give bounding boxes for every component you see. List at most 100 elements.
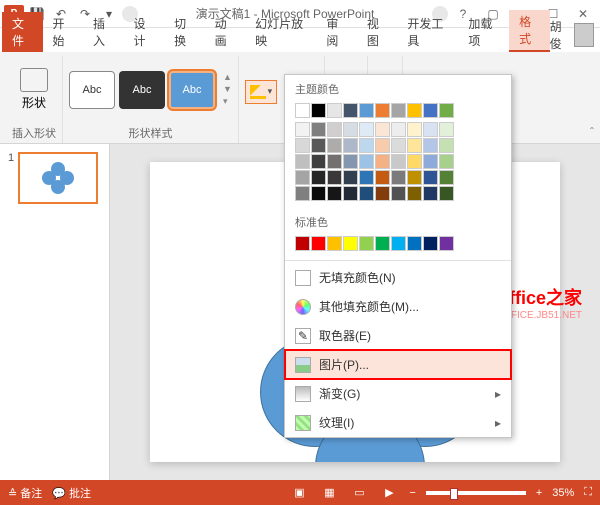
- menu-eyedropper[interactable]: ✎ 取色器(E): [285, 321, 511, 350]
- color-swatch[interactable]: [343, 154, 358, 169]
- color-swatch[interactable]: [327, 103, 342, 118]
- color-swatch[interactable]: [375, 122, 390, 137]
- shape-fill-button[interactable]: ▾: [245, 80, 277, 104]
- menu-picture-fill[interactable]: 图片(P)...: [285, 350, 511, 379]
- zoom-out-icon[interactable]: −: [409, 487, 415, 499]
- menu-more-colors[interactable]: 其他填充颜色(M)...: [285, 292, 511, 321]
- tab-slideshow[interactable]: 幻灯片放映: [245, 12, 316, 52]
- color-swatch[interactable]: [391, 122, 406, 137]
- color-swatch[interactable]: [327, 138, 342, 153]
- tab-design[interactable]: 设计: [124, 12, 165, 52]
- color-swatch[interactable]: [375, 186, 390, 201]
- style-gallery-up-icon[interactable]: ▲: [223, 72, 232, 82]
- color-swatch[interactable]: [407, 138, 422, 153]
- color-swatch[interactable]: [407, 186, 422, 201]
- color-swatch[interactable]: [295, 138, 310, 153]
- color-swatch[interactable]: [375, 154, 390, 169]
- color-swatch[interactable]: [295, 154, 310, 169]
- color-swatch[interactable]: [343, 103, 358, 118]
- color-swatch[interactable]: [391, 138, 406, 153]
- zoom-in-icon[interactable]: +: [536, 487, 542, 499]
- color-swatch[interactable]: [439, 122, 454, 137]
- collapse-ribbon-icon[interactable]: ˆ: [590, 125, 594, 139]
- reading-view-icon[interactable]: ▭: [349, 485, 369, 501]
- color-swatch[interactable]: [343, 170, 358, 185]
- color-swatch[interactable]: [391, 186, 406, 201]
- color-swatch[interactable]: [391, 236, 406, 251]
- color-swatch[interactable]: [327, 236, 342, 251]
- tab-developer[interactable]: 开发工具: [397, 12, 458, 52]
- color-swatch[interactable]: [407, 103, 422, 118]
- color-swatch[interactable]: [295, 236, 310, 251]
- tab-format[interactable]: 格式: [509, 10, 550, 52]
- slideshow-view-icon[interactable]: ▶: [379, 485, 399, 501]
- signed-in-user[interactable]: 胡俊: [550, 18, 594, 52]
- color-swatch[interactable]: [311, 138, 326, 153]
- color-swatch[interactable]: [359, 236, 374, 251]
- color-swatch[interactable]: [327, 154, 342, 169]
- color-swatch[interactable]: [439, 154, 454, 169]
- color-swatch[interactable]: [327, 186, 342, 201]
- color-swatch[interactable]: [295, 103, 310, 118]
- normal-view-icon[interactable]: ▣: [289, 485, 309, 501]
- zoom-slider[interactable]: [426, 491, 526, 495]
- color-swatch[interactable]: [439, 186, 454, 201]
- color-swatch[interactable]: [359, 103, 374, 118]
- style-gallery-more-icon[interactable]: ▾: [223, 96, 232, 107]
- style-preset-3-selected[interactable]: Abc: [169, 71, 215, 109]
- color-swatch[interactable]: [295, 170, 310, 185]
- color-swatch[interactable]: [439, 236, 454, 251]
- tab-transitions[interactable]: 切换: [164, 12, 205, 52]
- color-swatch[interactable]: [423, 138, 438, 153]
- color-swatch[interactable]: [423, 154, 438, 169]
- color-swatch[interactable]: [343, 138, 358, 153]
- color-swatch[interactable]: [423, 236, 438, 251]
- color-swatch[interactable]: [439, 170, 454, 185]
- color-swatch[interactable]: [439, 138, 454, 153]
- color-swatch[interactable]: [343, 236, 358, 251]
- color-swatch[interactable]: [311, 103, 326, 118]
- tab-insert[interactable]: 插入: [83, 12, 124, 52]
- color-swatch[interactable]: [295, 122, 310, 137]
- color-swatch[interactable]: [343, 186, 358, 201]
- color-swatch[interactable]: [407, 170, 422, 185]
- menu-texture[interactable]: 纹理(I) ▸: [285, 408, 511, 437]
- color-swatch[interactable]: [423, 170, 438, 185]
- comments-button[interactable]: 💬 批注: [52, 485, 91, 501]
- slide-sorter-icon[interactable]: ▦: [319, 485, 339, 501]
- color-swatch[interactable]: [327, 122, 342, 137]
- notes-button[interactable]: ≙ 备注: [8, 485, 42, 501]
- color-swatch[interactable]: [327, 170, 342, 185]
- color-swatch[interactable]: [375, 236, 390, 251]
- color-swatch[interactable]: [359, 154, 374, 169]
- color-swatch[interactable]: [391, 103, 406, 118]
- color-swatch[interactable]: [311, 154, 326, 169]
- color-swatch[interactable]: [359, 138, 374, 153]
- slide-thumbnail-1[interactable]: 1: [8, 152, 101, 204]
- color-swatch[interactable]: [391, 170, 406, 185]
- color-swatch[interactable]: [295, 186, 310, 201]
- color-swatch[interactable]: [311, 122, 326, 137]
- color-swatch[interactable]: [359, 186, 374, 201]
- color-swatch[interactable]: [391, 154, 406, 169]
- color-swatch[interactable]: [375, 138, 390, 153]
- color-swatch[interactable]: [423, 103, 438, 118]
- color-swatch[interactable]: [407, 236, 422, 251]
- zoom-level[interactable]: 35%: [552, 487, 574, 499]
- fit-to-window-icon[interactable]: ⛶: [584, 486, 592, 499]
- style-preset-2[interactable]: Abc: [119, 71, 165, 109]
- color-swatch[interactable]: [375, 103, 390, 118]
- color-swatch[interactable]: [359, 122, 374, 137]
- color-swatch[interactable]: [311, 236, 326, 251]
- style-preset-1[interactable]: Abc: [69, 71, 115, 109]
- tab-animations[interactable]: 动画: [205, 12, 246, 52]
- color-swatch[interactable]: [311, 186, 326, 201]
- style-gallery-down-icon[interactable]: ▼: [223, 84, 232, 94]
- tab-view[interactable]: 视图: [357, 12, 398, 52]
- color-swatch[interactable]: [311, 170, 326, 185]
- color-swatch[interactable]: [423, 122, 438, 137]
- menu-no-fill[interactable]: 无填充颜色(N): [285, 263, 511, 292]
- tab-addins[interactable]: 加载项: [458, 12, 509, 52]
- menu-gradient[interactable]: 渐变(G) ▸: [285, 379, 511, 408]
- color-swatch[interactable]: [407, 122, 422, 137]
